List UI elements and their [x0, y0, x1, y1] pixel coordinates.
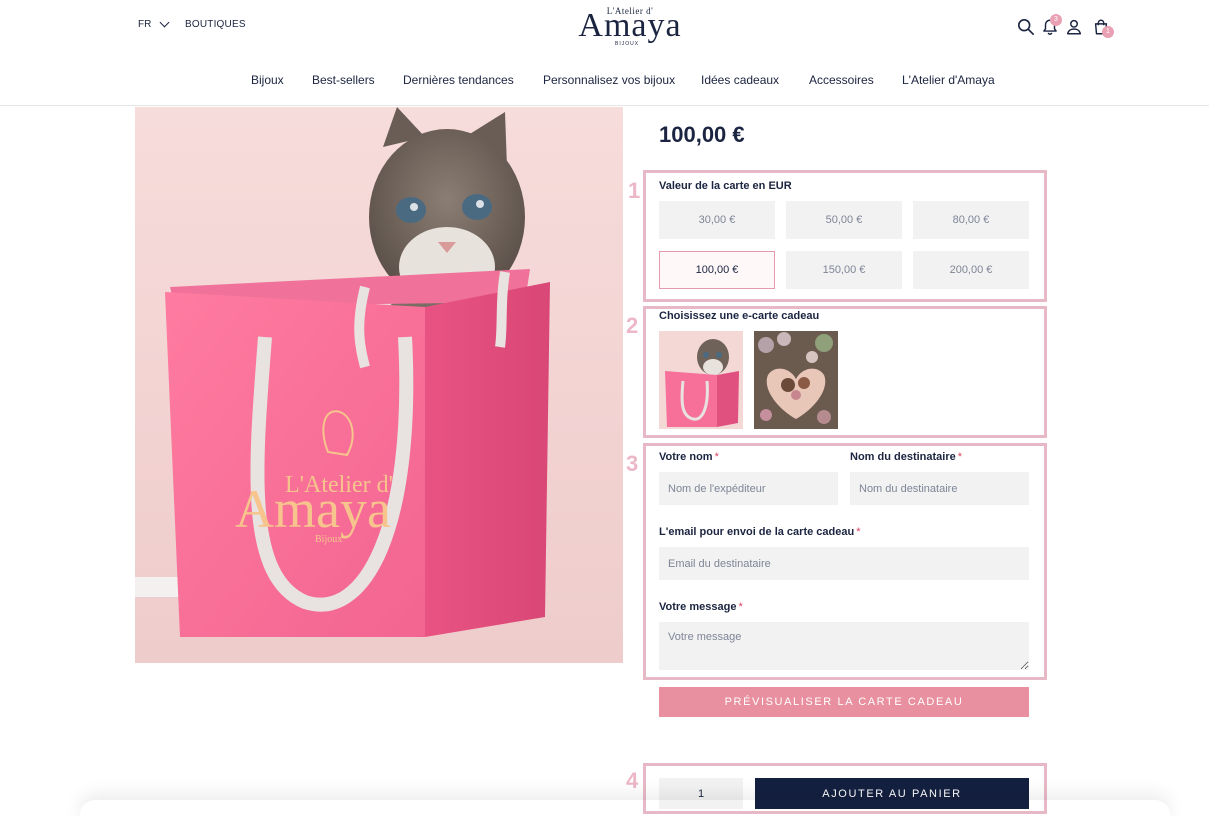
- logo-name: Amaya: [578, 7, 682, 44]
- nav-item-personnalisez[interactable]: Personnalisez vos bijoux: [543, 73, 675, 87]
- cart-badge: 1: [1102, 26, 1114, 38]
- notification-badge: 3: [1050, 14, 1062, 26]
- nav-item-accessoires[interactable]: Accessoires: [809, 73, 874, 87]
- ecard-thumbnail-flowers[interactable]: [754, 331, 838, 429]
- preview-gift-card-button[interactable]: PRÉVISUALISER LA CARTE CADEAU: [659, 687, 1029, 717]
- amount-option-150[interactable]: 150,00 €: [786, 251, 902, 289]
- nav-item-dernieres-tendances[interactable]: Dernières tendances: [403, 73, 514, 87]
- ecard-label: Choisissez une e-carte cadeau: [659, 310, 820, 322]
- product-price: 100,00 €: [659, 122, 745, 147]
- required-mark: *: [738, 601, 743, 613]
- required-mark: *: [714, 451, 719, 463]
- boutiques-link[interactable]: BOUTIQUES: [185, 19, 246, 30]
- nav-item-atelier[interactable]: L'Atelier d'Amaya: [902, 73, 995, 87]
- sender-name-label: Votre nom *: [659, 451, 719, 463]
- site-logo[interactable]: L'Atelier d' Amaya BIJOUX: [575, 4, 685, 47]
- logo-sub: BIJOUX: [615, 41, 640, 47]
- message-label: Votre message *: [659, 601, 743, 613]
- recipient-name-label: Nom du destinataire *: [850, 451, 962, 463]
- bag-logo-name: Amaya: [235, 479, 391, 539]
- sticky-bar-shadow: [80, 800, 1170, 816]
- recipient-email-input[interactable]: [659, 547, 1029, 580]
- step-number-2: 2: [626, 313, 639, 338]
- recipient-name-input[interactable]: [850, 472, 1029, 505]
- amount-option-200[interactable]: 200,00 €: [913, 251, 1029, 289]
- amount-label: Valeur de la carte en EUR: [659, 180, 792, 192]
- recipient-email-label: L'email pour envoi de la carte cadeau *: [659, 526, 860, 538]
- ecard-thumbnail-kitten[interactable]: [659, 331, 743, 429]
- header-icons: 3 1: [1015, 14, 1125, 44]
- search-icon[interactable]: [1017, 18, 1037, 38]
- site-header: FR BOUTIQUES L'Atelier d' Amaya BIJOUX 3…: [0, 0, 1209, 106]
- step-number-4: 4: [626, 768, 639, 793]
- amount-option-80[interactable]: 80,00 €: [913, 201, 1029, 239]
- required-mark: *: [856, 526, 861, 538]
- language-label: FR: [138, 19, 152, 30]
- step-number-1: 1: [628, 178, 641, 203]
- recipient-email-label-text: L'email pour envoi de la carte cadeau: [659, 526, 855, 538]
- sender-name-input[interactable]: [659, 472, 838, 505]
- nav-item-best-sellers[interactable]: Best-sellers: [312, 73, 375, 87]
- amount-option-100[interactable]: 100,00 €: [659, 251, 775, 289]
- step-number-3: 3: [626, 451, 639, 476]
- bag-icon[interactable]: 1: [1092, 18, 1114, 38]
- required-mark: *: [957, 451, 963, 463]
- bag-logo-sub: Bijoux: [315, 534, 342, 545]
- kitten-in-bag-illustration: L'Atelier d' Amaya Bijoux: [135, 107, 550, 637]
- language-selector[interactable]: FR: [138, 17, 170, 30]
- product-image: L'Atelier d' Amaya Bijoux: [135, 107, 623, 663]
- recipient-name-label-text: Nom du destinataire: [850, 451, 956, 463]
- amount-option-30[interactable]: 30,00 €: [659, 201, 775, 239]
- amount-option-50[interactable]: 50,00 €: [786, 201, 902, 239]
- chevron-down-icon: [159, 17, 170, 28]
- message-label-text: Votre message: [659, 601, 737, 613]
- message-textarea[interactable]: [659, 622, 1029, 670]
- user-icon[interactable]: [1065, 18, 1085, 38]
- bell-icon[interactable]: 3: [1041, 14, 1062, 38]
- nav-item-bijoux[interactable]: Bijoux: [251, 73, 284, 87]
- nav-item-idees-cadeaux[interactable]: Idées cadeaux: [701, 73, 779, 87]
- sender-name-label-text: Votre nom: [659, 451, 713, 463]
